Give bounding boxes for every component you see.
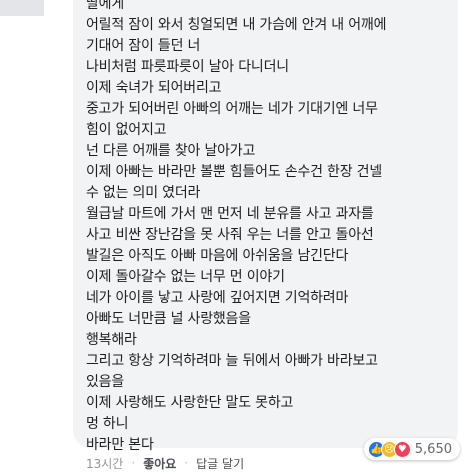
footer-separator: · (184, 456, 189, 470)
reply-button[interactable]: 답글 달기 (196, 455, 244, 472)
comment-line: 이제 사랑해도 사랑한단 말도 못하고 (86, 395, 294, 411)
comment-line: 행복해라 (86, 332, 137, 348)
comment-text: 딸에게어릴적 잠이 와서 칭얼되면 내 가슴에 안겨 내 어깨에기대어 잠이 들… (86, 0, 454, 456)
avatar[interactable] (0, 0, 44, 16)
footer-separator: · (131, 456, 136, 470)
comment-line: 이제 돌아갈수 없는 너무 먼 이야기 (86, 269, 285, 285)
comment-line: 중고가 되어버린 아빠의 어깨는 네가 기대기엔 너무 (86, 101, 378, 117)
comment-line: 딸에게 (86, 0, 125, 12)
comment-line: 기대어 잠이 들던 너 (86, 38, 201, 54)
comment-line: 있음을 (86, 374, 125, 390)
love-icon: ♥ (393, 440, 411, 458)
comment-line: 아빠도 너만큼 널 사랑했음을 (86, 311, 251, 327)
comment-line: 힘이 없어지고 (86, 122, 167, 138)
comment-timestamp[interactable]: 13시간 (86, 455, 123, 472)
comment-screen: 딸에게어릴적 잠이 와서 칭얼되면 내 가슴에 안겨 내 어깨에기대어 잠이 들… (0, 0, 474, 474)
comment-line: 그리고 항상 기억하려마 늘 뒤에서 아빠가 바라보고 (86, 353, 378, 369)
comment-line: 멍 하니 (86, 416, 129, 432)
comment-line: 사고 비싼 장난감을 못 사줘 우는 너를 안고 돌아선 (86, 227, 374, 243)
comment-line: 넌 다른 어깨를 찾아 날아가고 (86, 143, 256, 159)
reaction-summary[interactable]: 👍 😢 ♥ 5,650 (363, 438, 460, 460)
comment-line: 이제 숙녀가 되어버리고 (86, 80, 222, 96)
comment-line: 네가 아이를 낳고 사랑에 깊어지면 기억하려마 (86, 290, 349, 306)
comment-line: 수 없는 의미 였더라 (86, 185, 201, 201)
comment-line: 어릴적 잠이 와서 칭얼되면 내 가슴에 안겨 내 어깨에 (86, 17, 387, 33)
like-button[interactable]: 좋아요 (143, 455, 176, 472)
comment-line: 나비처럼 파릇파릇이 날아 다니더니 (86, 59, 289, 75)
comment-footer: 13시간 · 좋아요 · 답글 달기 (86, 454, 244, 472)
reaction-count: 5,650 (414, 441, 452, 457)
comment-line: 발길은 아직도 아빠 마음에 아쉬움을 남긴단다 (86, 248, 349, 264)
comment-line: 월급날 마트에 가서 맨 먼저 네 분유를 사고 과자를 (86, 206, 374, 222)
comment-line: 이제 아빠는 바라만 볼뿐 힘들어도 손수건 한장 건넬 (86, 164, 383, 180)
